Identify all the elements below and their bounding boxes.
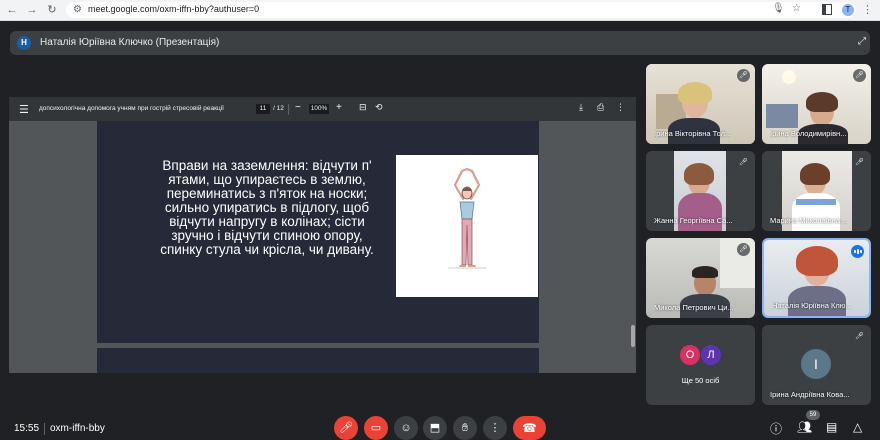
chat-icon[interactable]: ▤: [826, 420, 837, 434]
rotate-icon[interactable]: ⟲: [375, 102, 383, 113]
bottom-divider: [44, 423, 45, 435]
hamburger-menu-icon[interactable]: ☰: [19, 103, 29, 116]
download-icon[interactable]: ⤓: [579, 102, 583, 113]
slide-text-line: відчути напругу в колінах; сісти: [169, 214, 365, 229]
people-icon[interactable]: 👥︎: [797, 420, 812, 434]
zoom-in-icon[interactable]: +: [336, 102, 342, 113]
more-options-button[interactable]: ⋮: [483, 416, 507, 440]
presentation-title: Наталія Юріївна Ключко (Презентація): [40, 37, 220, 48]
browser-menu-icon[interactable]: ⋮: [862, 3, 873, 16]
speaking-indicator-icon: [851, 245, 864, 258]
clock-time: 15:55: [14, 423, 40, 434]
participant-tile-speaking[interactable]: Наталія Юріївна Клю...: [762, 238, 871, 318]
participant-name: Микола Петрович Ци...: [654, 303, 734, 312]
address-bar[interactable]: ⚙ meet.google.com/oxm-iffn-bby?authuser=…: [66, 2, 856, 18]
participant-tile[interactable]: 🎤︎ Микола Петрович Ци...: [646, 238, 755, 318]
raise-hand-button[interactable]: ✋︎: [453, 416, 477, 440]
toolbar-divider: [288, 104, 289, 115]
pdf-filename: допсихологічна допомога учням при гострі…: [39, 105, 224, 112]
slide-text-line: ятами, що упираєтесь в землю,: [168, 172, 366, 187]
slide-text: Вправи на заземлення: відчути п' ятами, щ…: [137, 159, 397, 257]
meeting-code: oxm-iffn-bby: [50, 423, 105, 434]
participant-avatar: І: [801, 349, 831, 379]
muted-mic-icon: 🎤︎: [737, 69, 750, 82]
participant-tile[interactable]: 🎤︎ Марина Миколаївна ...: [762, 151, 871, 231]
muted-mic-icon: 🎤︎: [853, 156, 866, 169]
back-icon[interactable]: ←: [5, 3, 19, 17]
url-text[interactable]: meet.google.com/oxm-iffn-bby?authuser=0: [88, 4, 259, 14]
profile-avatar[interactable]: T: [842, 4, 854, 16]
meeting-info-icon[interactable]: ⓘ: [770, 420, 782, 437]
participant-name: Марина Миколаївна ...: [770, 216, 849, 225]
microphone-icon[interactable]: 🎙: [772, 3, 785, 14]
presentation-banner: Н Наталія Юріївна Ключко (Презентація) ⤢: [10, 31, 870, 55]
pdf-background-left: [9, 121, 97, 373]
participant-count-badge: 59: [806, 410, 820, 420]
muted-mic-icon: 🎤︎: [853, 69, 866, 82]
present-screen-button[interactable]: ⬒: [423, 416, 447, 440]
more-participants-label: Ще 50 осіб: [681, 376, 720, 385]
pdf-toolbar: ☰ допсихологічна допомога учням при гост…: [9, 97, 636, 121]
zoom-out-icon[interactable]: −: [295, 102, 301, 113]
slide-text-line: Вправи на заземлення: відчути п': [162, 158, 372, 173]
pdf-viewer: ☰ допсихологічна допомога учням при гост…: [9, 97, 636, 373]
participant-name: Ірина Вікторівна Тол...: [654, 129, 732, 138]
slide-text-line: зручно і відчути спиною опору,: [171, 228, 363, 243]
muted-mic-icon: 🎤︎: [737, 243, 750, 256]
pdf-next-page: [97, 348, 539, 373]
reactions-button[interactable]: ☺: [394, 416, 418, 440]
participant-tile[interactable]: 🎤︎ Ірина Вікторівна Тол...: [646, 64, 755, 144]
presenter-avatar: Н: [17, 36, 31, 50]
forward-icon[interactable]: →: [25, 3, 39, 17]
site-info-icon[interactable]: ⚙: [73, 4, 82, 15]
participant-tile[interactable]: 🎤︎ Ірина Володимирівн...: [762, 64, 871, 144]
more-participants-tile[interactable]: О Л Ще 50 осіб: [646, 325, 755, 405]
participant-tile[interactable]: 🎤︎ Жанна Георгіївна Са...: [646, 151, 755, 231]
leave-call-button[interactable]: ☎: [513, 416, 546, 440]
muted-mic-icon: 🎤︎: [853, 330, 866, 343]
slide-text-line: переминатись з п'яток на носки;: [166, 186, 368, 201]
zoom-level-input[interactable]: 100%: [309, 104, 329, 114]
pdf-page: Вправи на заземлення: відчути п' ятами, щ…: [97, 121, 539, 343]
print-icon[interactable]: ⎙: [597, 102, 604, 113]
browser-toolbar: ← → ↻ ⚙ meet.google.com/oxm-iffn-bby?aut…: [0, 0, 880, 21]
more-options-icon[interactable]: ⋮: [616, 102, 625, 113]
page-number-input[interactable]: 11: [256, 104, 270, 114]
bookmark-star-icon[interactable]: ☆: [792, 3, 801, 14]
participant-name: Ірина Володимирівн...: [770, 129, 847, 138]
camera-off-button[interactable]: ▭: [364, 416, 388, 440]
muted-mic-icon: 🎤︎: [737, 156, 750, 169]
slide-text-line: спинку стула чи крісла, чи дивану.: [160, 242, 374, 257]
participant-avatar: О: [680, 345, 700, 365]
yoga-pose-illustration: [396, 155, 538, 297]
fit-page-icon[interactable]: ⊟: [359, 102, 367, 113]
side-panel-icon[interactable]: [822, 4, 832, 15]
activities-icon[interactable]: △: [853, 420, 862, 434]
expand-icon[interactable]: ⤢: [858, 36, 866, 47]
participant-tile[interactable]: І 🎤︎ Ірина Андріївна Кова...: [762, 325, 871, 405]
participant-avatar: Л: [701, 345, 721, 365]
participant-name: Ірина Андріївна Кова...: [770, 390, 850, 399]
slide-text-line: сильно упиратись в підлогу, щоб: [164, 200, 370, 215]
reload-icon[interactable]: ↻: [45, 3, 59, 17]
microphone-off-button[interactable]: 🎤︎: [334, 416, 358, 440]
participant-name: Жанна Георгіївна Са...: [654, 216, 733, 225]
scrollbar-thumb[interactable]: [631, 325, 635, 347]
participant-name: Наталія Юріївна Клю...: [772, 301, 852, 310]
page-total: / 12: [273, 105, 284, 112]
